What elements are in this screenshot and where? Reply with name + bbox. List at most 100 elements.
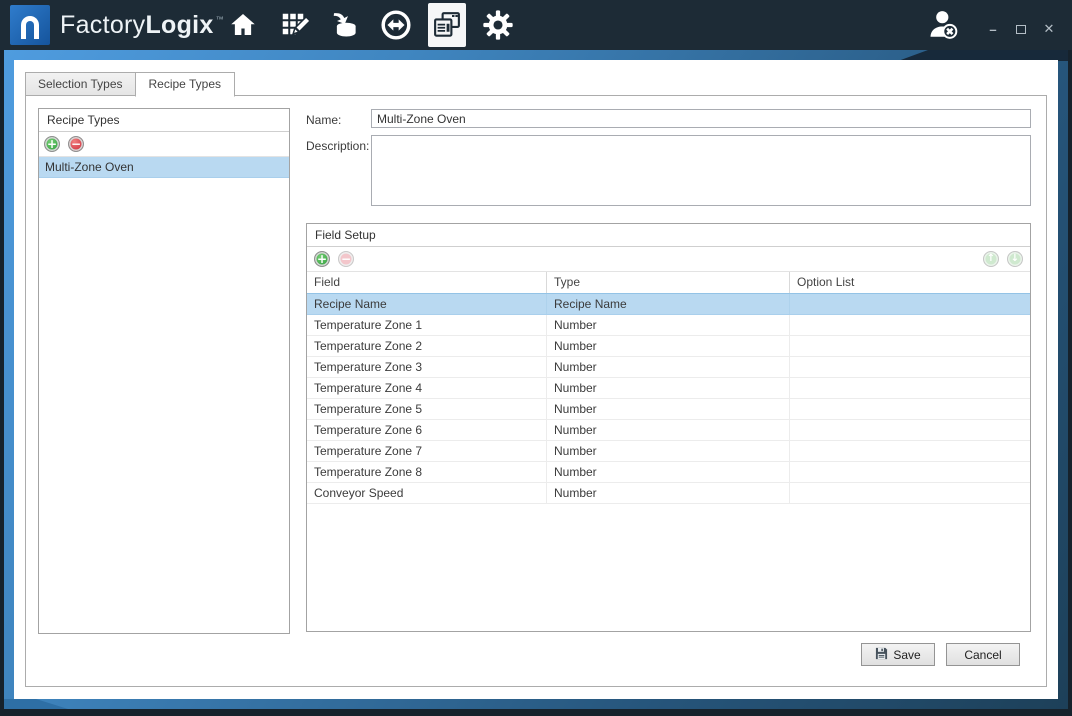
table-row[interactable]: Temperature Zone 5 Number <box>307 399 1030 420</box>
cell-type[interactable]: Number <box>547 336 790 356</box>
table-row[interactable]: Recipe Name Recipe Name <box>307 293 1030 315</box>
field-setup-title: Field Setup <box>307 224 1030 247</box>
cell-option-list[interactable] <box>790 378 1030 398</box>
table-row[interactable]: Temperature Zone 7 Number <box>307 441 1030 462</box>
cell-type[interactable]: Number <box>547 315 790 335</box>
trademark: ™ <box>216 15 224 24</box>
sync-transfer-icon <box>380 9 412 41</box>
cell-field[interactable]: Temperature Zone 7 <box>307 441 547 461</box>
field-setup-toolbar: + − ↑ ↓ <box>307 247 1030 272</box>
recipe-types-toolbar: + − <box>39 132 289 157</box>
cancel-button[interactable]: Cancel <box>946 643 1020 666</box>
cell-field[interactable]: Temperature Zone 8 <box>307 462 547 482</box>
column-header-type[interactable]: Type <box>547 272 790 293</box>
move-field-down-button[interactable]: ↓ <box>1007 251 1023 267</box>
cell-type[interactable]: Number <box>547 378 790 398</box>
settings-gear-icon <box>482 9 514 41</box>
list-item-label: Multi-Zone Oven <box>45 160 134 174</box>
recipe-types-panel-title: Recipe Types <box>39 109 289 132</box>
cell-option-list[interactable] <box>790 441 1030 461</box>
table-row[interactable]: Conveyor Speed Number <box>307 483 1030 504</box>
arrow-down-icon: ↓ <box>1011 254 1019 264</box>
cell-type[interactable]: Number <box>547 420 790 440</box>
cell-option-list[interactable] <box>790 336 1030 356</box>
cell-type[interactable]: Number <box>547 399 790 419</box>
plus-icon: + <box>47 138 57 150</box>
window-controls: – ✕ <box>986 22 1056 36</box>
save-button-label: Save <box>893 648 920 662</box>
minimize-button[interactable]: – <box>986 22 1000 36</box>
home-icon <box>228 10 258 40</box>
cell-type[interactable]: Number <box>547 462 790 482</box>
field-table-body: Recipe Name Recipe Name Temperature Zone… <box>307 293 1030 504</box>
arrow-up-icon: ↑ <box>987 254 995 264</box>
cell-option-list[interactable] <box>790 462 1030 482</box>
cell-type[interactable]: Recipe Name <box>547 294 790 314</box>
minus-icon: − <box>341 253 351 265</box>
cell-option-list[interactable] <box>790 483 1030 503</box>
cancel-button-label: Cancel <box>964 648 1001 662</box>
nav-documents-button[interactable] <box>428 3 466 47</box>
tab-recipe-types[interactable]: Recipe Types <box>135 72 236 97</box>
cell-option-list[interactable] <box>790 357 1030 377</box>
remove-recipe-type-button[interactable]: − <box>68 136 84 152</box>
cell-option-list[interactable] <box>790 399 1030 419</box>
table-row[interactable]: Temperature Zone 8 Number <box>307 462 1030 483</box>
minus-icon: − <box>71 138 81 150</box>
cell-type[interactable]: Number <box>547 441 790 461</box>
save-button[interactable]: Save <box>861 643 935 666</box>
table-row[interactable]: Temperature Zone 1 Number <box>307 315 1030 336</box>
description-input[interactable] <box>371 135 1031 206</box>
field-table-header: Field Type Option List <box>307 272 1030 294</box>
nav-sync-button[interactable] <box>377 3 415 47</box>
list-item[interactable]: Multi-Zone Oven <box>39 157 289 178</box>
main-nav <box>224 0 517 50</box>
nav-planning-button[interactable] <box>275 3 313 47</box>
cell-type[interactable]: Number <box>547 357 790 377</box>
save-floppy-icon <box>875 647 888 663</box>
column-header-option-list[interactable]: Option List <box>790 272 1030 293</box>
tab-selection-types[interactable]: Selection Types <box>25 72 136 96</box>
cell-field[interactable]: Recipe Name <box>307 294 547 314</box>
cell-option-list[interactable] <box>790 420 1030 440</box>
window-frame: Selection Types Recipe Types Recipe Type… <box>4 50 1068 709</box>
app-title-light: Factory <box>60 11 145 40</box>
move-field-up-button[interactable]: ↑ <box>983 251 999 267</box>
nav-data-import-button[interactable] <box>326 3 364 47</box>
cell-field[interactable]: Temperature Zone 3 <box>307 357 547 377</box>
table-row[interactable]: Temperature Zone 6 Number <box>307 420 1030 441</box>
cell-field[interactable]: Temperature Zone 4 <box>307 378 547 398</box>
remove-field-button[interactable]: − <box>338 251 354 267</box>
maximize-icon <box>1016 25 1026 34</box>
user-logout-icon <box>926 7 960 44</box>
app-logo <box>10 5 50 45</box>
cell-type[interactable]: Number <box>547 483 790 503</box>
cell-field[interactable]: Temperature Zone 1 <box>307 315 547 335</box>
table-row[interactable]: Temperature Zone 3 Number <box>307 357 1030 378</box>
nav-home-button[interactable] <box>224 3 262 47</box>
name-input[interactable] <box>371 109 1031 128</box>
add-field-button[interactable]: + <box>314 251 330 267</box>
table-row[interactable]: Temperature Zone 4 Number <box>307 378 1030 399</box>
app-title-bold: Logix <box>145 11 213 40</box>
cell-field[interactable]: Temperature Zone 5 <box>307 399 547 419</box>
main-panel: Selection Types Recipe Types Recipe Type… <box>14 60 1058 699</box>
cell-field[interactable]: Temperature Zone 6 <box>307 420 547 440</box>
cell-field[interactable]: Conveyor Speed <box>307 483 547 503</box>
maximize-button[interactable] <box>1014 22 1028 36</box>
plus-icon: + <box>317 253 327 265</box>
planning-grid-pencil-icon <box>279 10 309 40</box>
documents-icon <box>432 10 462 40</box>
table-row[interactable]: Temperature Zone 2 Number <box>307 336 1030 357</box>
close-button[interactable]: ✕ <box>1042 22 1056 36</box>
column-header-field[interactable]: Field <box>307 272 547 293</box>
cell-option-list[interactable] <box>790 315 1030 335</box>
user-logout-button[interactable] <box>926 7 960 44</box>
add-recipe-type-button[interactable]: + <box>44 136 60 152</box>
cell-option-list[interactable] <box>790 294 1030 314</box>
nav-settings-button[interactable] <box>479 3 517 47</box>
cell-field[interactable]: Temperature Zone 2 <box>307 336 547 356</box>
app-title: FactoryLogix™ <box>60 0 224 50</box>
tab-content: Recipe Types + − Multi-Zone Oven Name: D… <box>25 95 1047 687</box>
tab-strip: Selection Types Recipe Types <box>25 72 234 96</box>
